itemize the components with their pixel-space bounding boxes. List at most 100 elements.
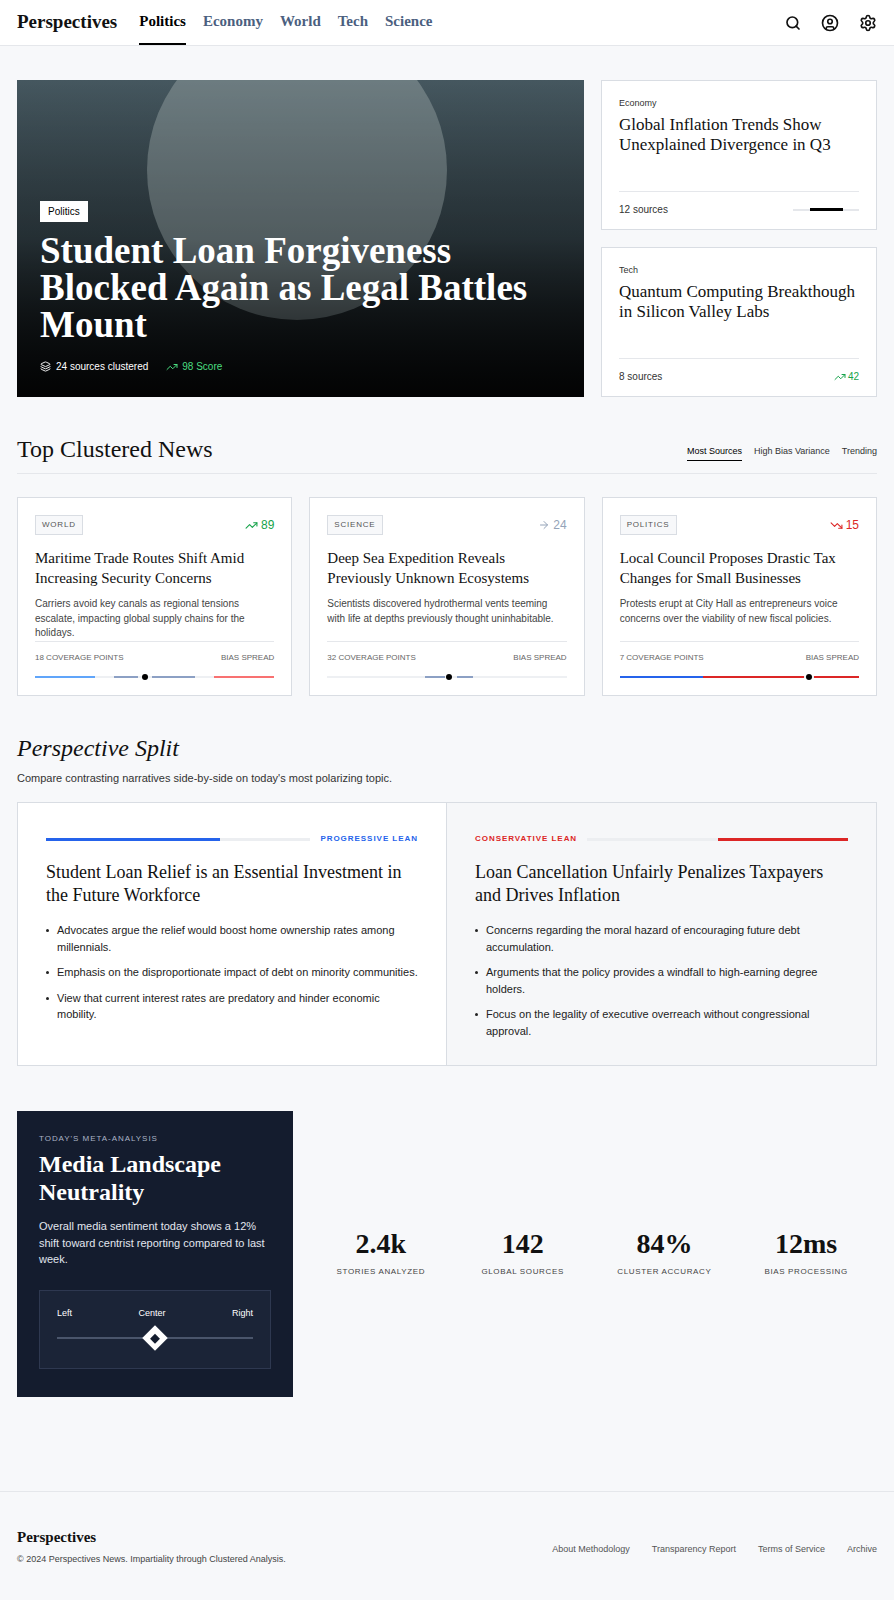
meter-label: Left xyxy=(57,1307,72,1321)
stat-label: CLUSTER ACCURACY xyxy=(617,1266,711,1278)
settings-icon[interactable] xyxy=(859,14,877,32)
neutrality-meter[interactable]: LeftCenterRight xyxy=(39,1290,271,1370)
bias-segment xyxy=(457,676,474,678)
meta-title: Media Landscape Neutrality xyxy=(39,1151,271,1206)
split-side-title: Student Loan Relief is an Essential Inve… xyxy=(46,861,418,906)
stat-value: 84% xyxy=(636,1230,692,1258)
footer-link[interactable]: Transparency Report xyxy=(652,1543,736,1557)
meta-text: Overall media sentiment today shows a 12… xyxy=(39,1218,271,1268)
split-title: Perspective Split xyxy=(17,736,877,760)
split-section: Perspective Split Compare contrasting nar… xyxy=(17,736,877,1067)
nav-item[interactable]: Science xyxy=(385,0,432,45)
card-bias-label: BIAS SPREAD xyxy=(221,652,274,664)
footer-logo[interactable]: Perspectives xyxy=(17,1526,286,1549)
card-bias-label: BIAS SPREAD xyxy=(513,652,566,664)
hero-sources: 24 sources clustered xyxy=(56,359,148,374)
cluster-card[interactable]: POLITICS15Local Council Proposes Drastic… xyxy=(602,497,877,696)
filter-tab[interactable]: Most Sources xyxy=(687,445,742,462)
cluster-card[interactable]: SCIENCE24Deep Sea Expedition Reveals Pre… xyxy=(309,497,584,696)
stat-value: 12ms xyxy=(775,1230,837,1258)
footer-link[interactable]: About Methodology xyxy=(552,1543,630,1557)
bias-segment xyxy=(703,676,804,678)
hero-score: 98 Score xyxy=(182,359,222,374)
stat: 84% CLUSTER ACCURACY xyxy=(594,1230,736,1278)
side-card-sources: 8 sources xyxy=(619,369,662,384)
nav-item[interactable]: Tech xyxy=(338,0,368,45)
bias-spread-bar xyxy=(620,673,859,681)
lean-label: PROGRESSIVE LEAN xyxy=(320,833,418,845)
meta-card: TODAY'S META-ANALYSIS Media Landscape Neu… xyxy=(17,1111,293,1397)
footer-copyright: © 2024 Perspectives News. Impartiality t… xyxy=(17,1553,286,1567)
trend-up-icon xyxy=(166,361,178,373)
meta-section: TODAY'S META-ANALYSIS Media Landscape Neu… xyxy=(17,1111,877,1397)
side-card[interactable]: Tech Quantum Computing Breakthough in Sil… xyxy=(601,247,877,397)
split-box: PROGRESSIVE LEAN Student Loan Relief is a… xyxy=(17,802,877,1066)
card-trend: 15 xyxy=(846,516,859,534)
user-icon[interactable] xyxy=(821,14,839,32)
filter-tab[interactable]: Trending xyxy=(842,445,877,462)
footer-link[interactable]: Terms of Service xyxy=(758,1543,825,1557)
bias-spread-bar xyxy=(327,673,566,681)
stat-value: 2.4k xyxy=(356,1230,407,1258)
trend-up-icon xyxy=(245,519,258,532)
page: Perspectives Politics Economy World Tech Scie… xyxy=(0,0,894,1600)
nav-item[interactable]: Economy xyxy=(203,0,263,45)
nav-item[interactable]: Politics xyxy=(139,0,186,45)
stat-label: BIAS PROCESSING xyxy=(764,1266,847,1278)
hero-tag[interactable]: Politics xyxy=(40,201,88,222)
bias-segment xyxy=(214,676,274,678)
lean-label: CONSERVATIVE LEAN xyxy=(475,833,577,845)
meter-label: Right xyxy=(232,1307,253,1321)
bias-marker xyxy=(142,674,148,680)
card-summary: Protests erupt at City Hall as entrepren… xyxy=(620,597,859,626)
side-card-sources: 12 sources xyxy=(619,202,668,217)
card-title: Local Council Proposes Drastic Tax Chang… xyxy=(620,549,859,588)
meter-handle[interactable] xyxy=(142,1325,167,1350)
cluster-card[interactable]: WORLD89Maritime Trade Routes Shift Amid … xyxy=(17,497,292,696)
split-point: Concerns regarding the moral hazard of e… xyxy=(475,922,848,955)
card-bias-label: BIAS SPREAD xyxy=(806,652,859,664)
bias-segment xyxy=(114,676,138,678)
nav-item[interactable]: World xyxy=(280,0,321,45)
split-subtitle: Compare contrasting narratives side-by-s… xyxy=(17,770,877,787)
split-point: Emphasis on the disproportionate impact … xyxy=(46,964,418,981)
trend-flat-icon xyxy=(538,519,550,531)
card-title: Deep Sea Expedition Reveals Previously U… xyxy=(327,549,566,588)
search-icon[interactable] xyxy=(785,15,801,31)
card-coverage: 18 COVERAGE POINTS xyxy=(35,652,123,664)
logo[interactable]: Perspectives xyxy=(17,8,117,37)
hero-card[interactable]: Politics Student Loan Forgiveness Blocked… xyxy=(17,80,584,397)
hero-title[interactable]: Student Loan Forgiveness Blocked Again a… xyxy=(40,232,540,343)
card-summary: Scientists discovered hydrothermal vents… xyxy=(327,597,566,626)
lean-bar xyxy=(46,838,310,841)
side-card-title: Quantum Computing Breakthough in Silicon… xyxy=(619,282,859,323)
section-title: Top Clustered News xyxy=(17,437,213,461)
trend-up-icon xyxy=(834,371,846,383)
split-side: PROGRESSIVE LEAN Student Loan Relief is a… xyxy=(18,803,447,1065)
side-card-category: Economy xyxy=(619,97,859,111)
layers-icon xyxy=(40,361,51,372)
bias-marker xyxy=(806,674,812,680)
card-coverage: 32 COVERAGE POINTS xyxy=(327,652,415,664)
split-point: Arguments that the policy provides a win… xyxy=(475,964,848,997)
split-point: View that current interest rates are pre… xyxy=(46,990,418,1023)
filter-tab[interactable]: High Bias Variance xyxy=(754,445,830,462)
bias-segment xyxy=(814,676,859,678)
bias-segment xyxy=(425,676,444,678)
side-card-category: Tech xyxy=(619,264,859,278)
split-side: CONSERVATIVE LEANLoan Cancellation Unfai… xyxy=(447,803,876,1065)
card-summary: Carriers avoid key canals as regional te… xyxy=(35,597,274,641)
footer: Perspectives © 2024 Perspectives News. Im… xyxy=(0,1491,894,1600)
side-card[interactable]: EconomyGlobal Inflation Trends Show Unex… xyxy=(601,80,877,230)
card-trend: 24 xyxy=(553,516,566,534)
top-nav: Perspectives Politics Economy World Tech Scie… xyxy=(0,0,894,46)
stat: 12ms BIAS PROCESSING xyxy=(735,1230,877,1278)
stat-label: GLOBAL SOURCES xyxy=(481,1266,563,1278)
bias-segment xyxy=(35,676,95,678)
stat: 142GLOBAL SOURCES xyxy=(452,1230,594,1278)
bias-spread-bar xyxy=(35,673,274,681)
meta-eyebrow: TODAY'S META-ANALYSIS xyxy=(39,1133,271,1145)
footer-link[interactable]: Archive xyxy=(847,1543,877,1557)
stat-label: STORIES ANALYZED xyxy=(337,1266,426,1278)
spread-bar xyxy=(793,209,859,211)
